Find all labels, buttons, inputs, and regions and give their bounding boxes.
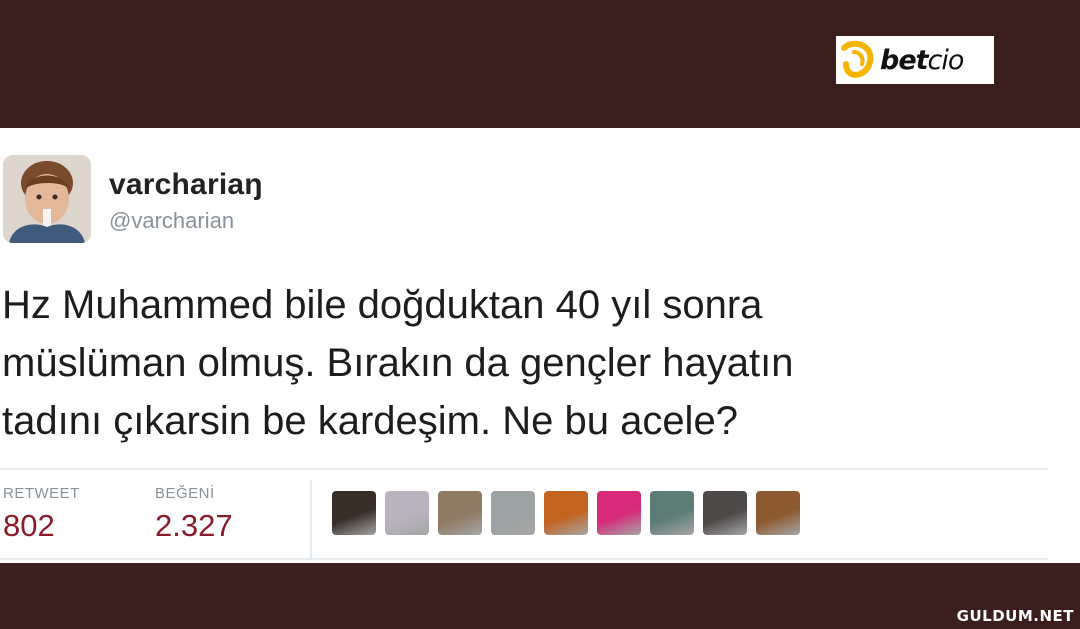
liker-avatar[interactable]	[385, 491, 429, 535]
retweet-stat[interactable]: RETWEET 802	[3, 485, 80, 544]
user-handle[interactable]: @varcharian	[109, 208, 234, 234]
liker-avatar[interactable]	[650, 491, 694, 535]
likes-label: BEĞENİ	[155, 485, 215, 502]
likes-count: 2.327	[155, 508, 233, 543]
avatar-photo	[3, 155, 91, 243]
display-name[interactable]: varchariaŋ	[109, 168, 263, 202]
tweet-text-line: tadını çıkarsin be kardeşim. Ne bu acele…	[2, 399, 738, 443]
betcio-wordmark-bold: bet	[880, 44, 929, 76]
betcio-mark-icon	[841, 40, 874, 78]
divider	[0, 468, 1048, 470]
betcio-logo: betcio	[836, 36, 994, 84]
tweet-text: Hz Muhammed bile doğduktan 40 yıl sonra …	[2, 276, 1062, 450]
liker-avatar[interactable]	[332, 491, 376, 535]
liker-avatar[interactable]	[597, 491, 641, 535]
liker-avatars	[332, 491, 800, 535]
divider	[310, 480, 312, 558]
retweet-count: 802	[3, 508, 55, 543]
betcio-wordmark-light: cio	[927, 44, 965, 76]
liker-avatar[interactable]	[703, 491, 747, 535]
liker-avatar[interactable]	[544, 491, 588, 535]
liker-avatar[interactable]	[438, 491, 482, 535]
tweet-card: varchariaŋ @varcharian Hz Muhammed bile …	[0, 128, 1080, 563]
divider	[0, 558, 1048, 560]
avatar[interactable]	[3, 155, 91, 243]
watermark: GULDUM.NET	[956, 607, 1074, 625]
tweet-text-line: Hz Muhammed bile doğduktan 40 yıl sonra	[2, 283, 763, 327]
tweet-text-line: müslüman olmuş. Bırakın da gençler hayat…	[2, 341, 794, 385]
liker-avatar[interactable]	[491, 491, 535, 535]
likes-stat[interactable]: BEĞENİ 2.327	[155, 485, 233, 544]
bottom-background-band	[0, 563, 1080, 629]
betcio-wordmark: betcio	[880, 44, 965, 76]
liker-avatar[interactable]	[756, 491, 800, 535]
retweet-label: RETWEET	[3, 485, 80, 502]
